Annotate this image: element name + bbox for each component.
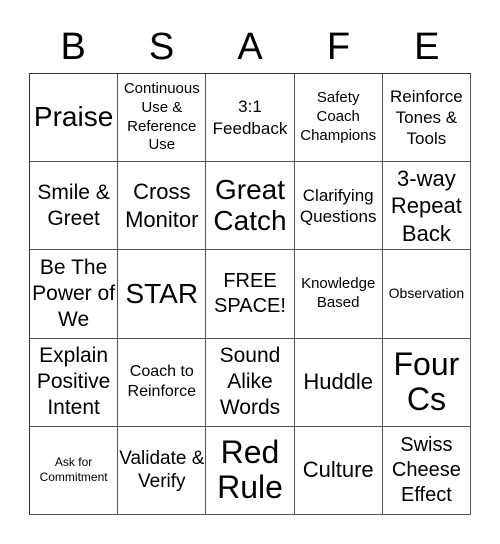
bingo-cell[interactable]: Huddle (294, 338, 383, 427)
bingo-cell[interactable]: 3-way Repeat Back (382, 162, 471, 251)
bingo-cell[interactable]: STAR (118, 250, 207, 339)
bingo-cell[interactable]: Swiss Cheese Effect (382, 426, 471, 515)
bingo-cell[interactable]: Great Catch (206, 162, 295, 251)
bingo-cell[interactable]: Four Cs (382, 338, 471, 427)
bingo-cell[interactable]: Continuous Use & Reference Use (118, 74, 207, 163)
bingo-header: B S A F E (29, 22, 471, 72)
header-letter-s: S (148, 26, 175, 68)
bingo-cell[interactable]: Sound Alike Words (206, 338, 295, 427)
bingo-cell[interactable]: Praise (30, 74, 119, 163)
bingo-cell[interactable]: Reinforce Tones & Tools (382, 74, 471, 163)
bingo-cell[interactable]: Red Rule (206, 426, 295, 515)
header-letter-a: A (237, 26, 263, 68)
bingo-cell[interactable]: Observation (382, 250, 471, 339)
bingo-cell[interactable]: Be The Power of We (30, 250, 119, 339)
bingo-grid: Praise Continuous Use & Reference Use 3:… (29, 73, 471, 515)
bingo-cell[interactable]: Coach to Reinforce (118, 338, 207, 427)
bingo-cell[interactable]: Culture (294, 426, 383, 515)
bingo-cell[interactable]: Ask for Commitment (30, 426, 119, 515)
header-letter-b: B (60, 26, 86, 68)
bingo-cell[interactable]: Validate & Verify (118, 426, 207, 515)
header-letter-f: F (326, 26, 351, 68)
bingo-cell[interactable]: 3:1 Feedback (206, 74, 295, 163)
bingo-cell[interactable]: Explain Positive Intent (30, 338, 119, 427)
free-space-cell[interactable]: FREE SPACE! (206, 250, 295, 339)
bingo-cell[interactable]: Safety Coach Champions (294, 74, 383, 163)
bingo-cell[interactable]: Clarifying Questions (294, 162, 383, 251)
header-letter-e: E (414, 26, 440, 68)
bingo-cell[interactable]: Knowledge Based (294, 250, 383, 339)
bingo-cell[interactable]: Smile & Greet (30, 162, 119, 251)
bingo-cell[interactable]: Cross Monitor (118, 162, 207, 251)
